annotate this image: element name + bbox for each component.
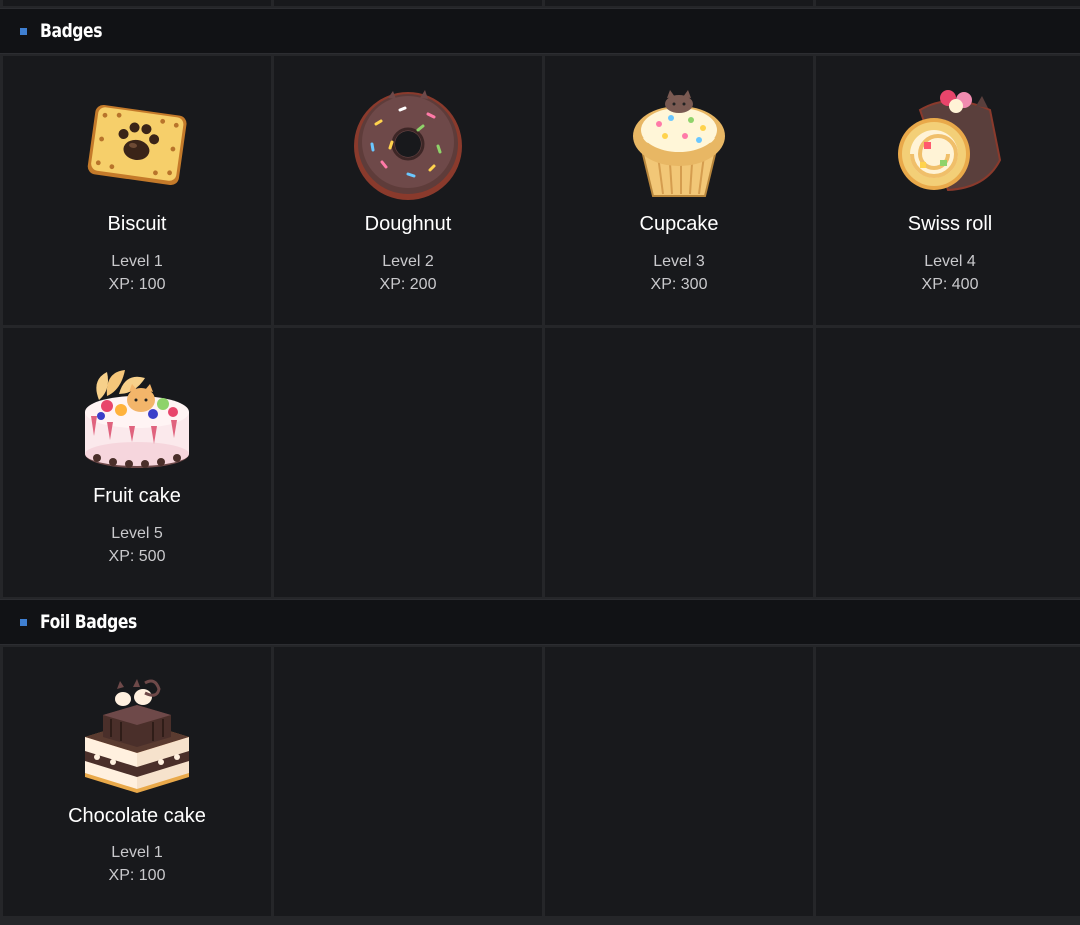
badge-name: Cupcake (639, 213, 719, 235)
badge-level: Level 1 (111, 844, 163, 861)
section-header-foil-badges: Foil Badges (0, 599, 1080, 645)
badge-name: Fruit cake (93, 485, 181, 507)
empty-badge-slot (545, 328, 813, 597)
section-bullet-icon (20, 27, 27, 35)
badge-xp: XP: 100 (108, 867, 166, 884)
empty-badge-slot (274, 647, 542, 916)
badge-xp: XP: 200 (379, 276, 437, 293)
badge-level: Level 5 (111, 525, 163, 542)
badge-card-biscuit[interactable]: Biscuit Level 1 XP: 100 (3, 56, 271, 325)
previous-row-strip (0, 0, 1080, 6)
badge-xp: XP: 400 (921, 276, 979, 293)
badge-xp: XP: 500 (108, 548, 166, 565)
empty-badge-slot (545, 647, 813, 916)
cupcake-icon (633, 90, 725, 197)
empty-badge-slot (274, 328, 542, 597)
section-title: Foil Badges (40, 611, 137, 633)
badge-level: Level 4 (924, 253, 976, 270)
empty-badge-slot (816, 647, 1080, 916)
grid-cell (816, 0, 1080, 6)
badge-name: Swiss roll (907, 213, 993, 235)
badge-name: Biscuit (107, 213, 167, 235)
grid-cell (3, 0, 271, 6)
empty-badge-slot (816, 328, 1080, 597)
foil-badges-grid: Chocolate cake Level 1 XP: 100 (0, 647, 1080, 916)
badge-card-fruit-cake[interactable]: Fruit cake Level 5 XP: 500 (3, 328, 271, 597)
badge-page: Badges Biscuit Level 1 XP: 100 Doughnut … (0, 0, 1080, 925)
grid-cell (274, 0, 542, 6)
badge-card-cupcake[interactable]: Cupcake Level 3 XP: 300 (545, 56, 813, 325)
badge-card-swiss-roll[interactable]: Swiss roll Level 4 XP: 400 (816, 56, 1080, 325)
badge-xp: XP: 100 (108, 276, 166, 293)
badges-grid: Biscuit Level 1 XP: 100 Doughnut Level 2… (0, 56, 1080, 597)
badge-level: Level 2 (382, 253, 434, 270)
badge-xp: XP: 300 (650, 276, 708, 293)
badge-name: Chocolate cake (68, 805, 206, 827)
section-title: Badges (40, 20, 103, 42)
badge-card-chocolate-cake[interactable]: Chocolate cake Level 1 XP: 100 (3, 647, 271, 916)
fruit-cake-icon (85, 370, 189, 468)
swiss-roll-icon (898, 90, 1002, 192)
chocolate-cake-icon (85, 679, 189, 793)
badge-name: Doughnut (364, 213, 452, 235)
badge-level: Level 3 (653, 253, 705, 270)
section-header-badges: Badges (0, 8, 1080, 54)
doughnut-icon (354, 90, 462, 200)
badge-card-doughnut[interactable]: Doughnut Level 2 XP: 200 (274, 56, 542, 325)
biscuit-icon (87, 104, 187, 186)
grid-cell (545, 0, 813, 6)
section-bullet-icon (20, 618, 27, 626)
badge-level: Level 1 (111, 253, 163, 270)
